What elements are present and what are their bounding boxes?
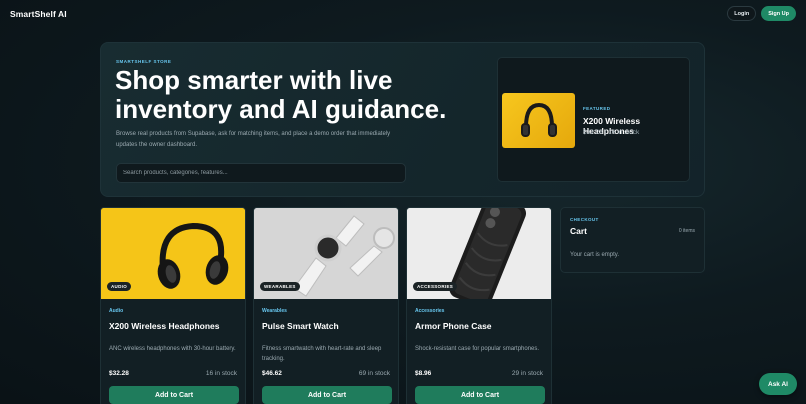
product-card: AUDIO Audio X200 Wireless Headphones ANC… [100, 207, 246, 404]
featured-label: FEATURED [583, 106, 611, 111]
smartwatch-image[interactable]: WEARABLES [254, 208, 398, 299]
product-description: Shock-resistant case for popular smartph… [415, 346, 540, 352]
hero-subtitle: Browse real products from Supabase, ask … [116, 131, 391, 148]
featured-product-meta: $32.28 | 16 in stock [583, 129, 640, 136]
ask-ai-button[interactable]: Ask AI [759, 373, 797, 395]
category-badge: WEARABLES [260, 282, 300, 291]
product-category: Wearables [262, 308, 287, 314]
product-price: $8.96 [415, 370, 432, 377]
product-stock: 29 in stock [511, 370, 543, 377]
product-price: $32.28 [109, 370, 129, 377]
product-category: Accessories [415, 308, 445, 314]
phone-case-image[interactable]: ACCESSORIES [407, 208, 551, 299]
nav-actions: Login Sign Up [727, 6, 796, 21]
headphones-image[interactable]: AUDIO [101, 208, 245, 299]
product-name[interactable]: Pulse Smart Watch [262, 321, 339, 331]
cart-item-count: 0 items [678, 228, 695, 234]
cart-eyebrow: CHECKOUT [570, 217, 599, 222]
product-price: $46.62 [262, 370, 282, 377]
product-stock: 16 in stock [205, 370, 237, 377]
featured-product-card[interactable]: FEATURED X200 Wireless Headphones $32.28… [497, 57, 690, 182]
product-card: WEARABLES Wearables Pulse Smart Watch Fi… [253, 207, 399, 404]
product-description: Fitness smartwatch with heart-rate and s… [262, 346, 382, 362]
hero-panel: SMARTSHELF STORE Shop smarter with live … [100, 42, 705, 197]
add-to-cart-button[interactable]: Add to Cart [415, 386, 545, 404]
category-badge: AUDIO [107, 282, 131, 291]
cart-title: Cart [570, 226, 588, 236]
login-button[interactable]: Login [727, 6, 757, 21]
top-nav: SmartShelf AI Login Sign Up [0, 0, 806, 27]
product-description: ANC wireless headphones with 30-hour bat… [109, 346, 236, 352]
add-to-cart-button[interactable]: Add to Cart [262, 386, 392, 404]
hero-title: Shop smarter with live inventory and AI … [115, 65, 447, 124]
product-card: ACCESSORIES Accessories Armor Phone Case… [406, 207, 552, 404]
add-to-cart-button[interactable]: Add to Cart [109, 386, 239, 404]
product-name[interactable]: X200 Wireless Headphones [109, 321, 219, 331]
brand-logo-text[interactable]: SmartShelf AI [10, 9, 67, 19]
cart-empty-message: Your cart is empty. [570, 252, 620, 258]
search-input[interactable] [116, 163, 406, 183]
category-badge: ACCESSORIES [413, 282, 458, 291]
product-name[interactable]: Armor Phone Case [415, 321, 492, 331]
cart-panel: CHECKOUT Cart 0 items Your cart is empty… [560, 207, 705, 273]
signup-button[interactable]: Sign Up [761, 6, 796, 21]
hero-eyebrow: SMARTSHELF STORE [116, 59, 172, 64]
product-stock: 69 in stock [358, 370, 390, 377]
headphones-image [502, 93, 575, 148]
product-category: Audio [109, 308, 124, 314]
